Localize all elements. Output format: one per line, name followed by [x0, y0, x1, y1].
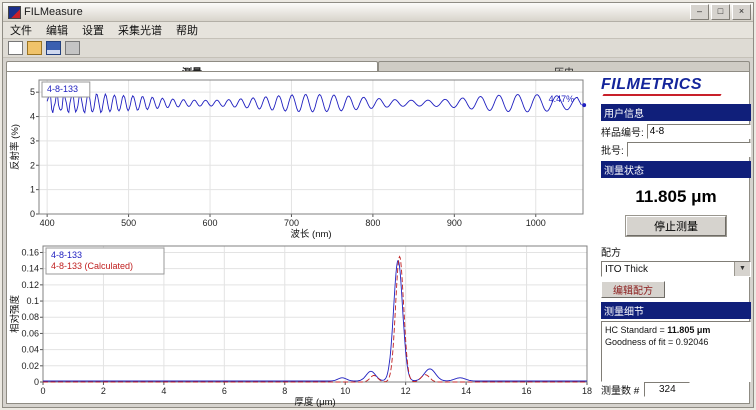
- count-value: 324: [644, 382, 690, 397]
- svg-text:0.06: 0.06: [21, 328, 39, 338]
- stop-measure-button[interactable]: 停止测量: [626, 216, 726, 236]
- thickness-chart: 0 2 4 6 8 10 12 14 16 18 0 0.02 0.04 0.06 0.08 0.1 0.12 0…: [9, 240, 597, 408]
- main-content: 4005006007008009001000012345波长 (nm)反射率 (…: [6, 71, 750, 404]
- details-header: 测量细节: [601, 302, 751, 319]
- menu-bar: 文件 编辑 设置 采集光谱 帮助: [3, 22, 753, 39]
- svg-text:0.04: 0.04: [21, 345, 39, 355]
- edit-recipe-button[interactable]: 编辑配方: [601, 281, 665, 298]
- menu-item-edit[interactable]: 编辑: [39, 21, 75, 39]
- filmetrics-logo: FILMETRICS: [601, 76, 751, 94]
- svg-text:0.16: 0.16: [21, 247, 39, 257]
- recipe-value: ITO Thick: [602, 264, 734, 275]
- menu-item-acquire-spectrum[interactable]: 采集光谱: [111, 21, 169, 39]
- chevron-down-icon[interactable]: ▼: [734, 262, 750, 276]
- sample-id-input[interactable]: [647, 124, 751, 139]
- lot-input[interactable]: [627, 142, 751, 157]
- svg-text:0.12: 0.12: [21, 280, 39, 290]
- measurement-details: HC Standard = 11.805 μm Goodness of fit …: [601, 321, 751, 382]
- new-document-icon[interactable]: [8, 41, 23, 55]
- svg-text:800: 800: [365, 218, 380, 228]
- svg-text:4-8-133: 4-8-133: [47, 84, 78, 94]
- svg-text:2: 2: [30, 160, 35, 170]
- details-line-2: Goodness of fit = 0.92046: [605, 336, 747, 348]
- reflectance-chart: 400 500 600 700 800 900 1000 0 1 2 3 4 5 波长 (nm) 反射率 (…: [9, 74, 597, 240]
- svg-text:14: 14: [461, 386, 471, 396]
- svg-text:4: 4: [161, 386, 166, 396]
- svg-text:4-8-133 (Calculated): 4-8-133 (Calculated): [51, 261, 133, 271]
- svg-text:600: 600: [203, 218, 218, 228]
- sample-id-label: 样品编号:: [601, 124, 644, 139]
- svg-text:1: 1: [30, 185, 35, 195]
- svg-text:0: 0: [30, 209, 35, 219]
- menu-item-file[interactable]: 文件: [3, 21, 39, 39]
- desktop-frame: FILMeasure – □ × 文件 编辑 设置 采集光谱 帮助 测量 历史 …: [0, 0, 756, 410]
- svg-text:0: 0: [34, 377, 39, 387]
- save-icon[interactable]: [46, 41, 61, 55]
- recipe-select[interactable]: ITO Thick ▼: [601, 261, 751, 277]
- svg-text:波长 (nm): 波长 (nm): [290, 228, 331, 240]
- open-icon[interactable]: [27, 41, 42, 55]
- maximize-button[interactable]: □: [711, 4, 730, 20]
- svg-text:6: 6: [222, 386, 227, 396]
- app-icon: [8, 6, 21, 19]
- close-button[interactable]: ×: [732, 4, 751, 20]
- svg-text:厚度 (μm): 厚度 (μm): [294, 396, 335, 408]
- details-line-1: HC Standard = 11.805 μm: [605, 324, 747, 336]
- svg-text:8: 8: [282, 386, 287, 396]
- menu-item-help[interactable]: 帮助: [169, 21, 205, 39]
- svg-text:5: 5: [30, 87, 35, 97]
- svg-text:18: 18: [582, 386, 592, 396]
- minimize-button[interactable]: –: [690, 4, 709, 20]
- svg-text:反射率 (%): 反射率 (%): [9, 124, 21, 170]
- window-title: FILMeasure: [24, 6, 690, 18]
- title-bar: FILMeasure – □ ×: [3, 3, 753, 22]
- recipe-label: 配方: [601, 244, 751, 259]
- svg-text:4-8-133: 4-8-133: [51, 250, 82, 260]
- svg-text:500: 500: [121, 218, 136, 228]
- svg-text:3: 3: [30, 136, 35, 146]
- count-label: 测量数 #: [601, 382, 639, 397]
- svg-text:900: 900: [447, 218, 462, 228]
- charts-column: 4005006007008009001000012345波长 (nm)反射率 (…: [9, 74, 597, 408]
- svg-text:相对强度: 相对强度: [9, 295, 21, 334]
- svg-text:700: 700: [284, 218, 299, 228]
- svg-text:0.14: 0.14: [21, 264, 39, 274]
- menu-item-settings[interactable]: 设置: [75, 21, 111, 39]
- svg-text:0.08: 0.08: [21, 312, 39, 322]
- svg-text:2: 2: [101, 386, 106, 396]
- user-info-header: 用户信息: [601, 104, 751, 121]
- svg-text:1000: 1000: [526, 218, 546, 228]
- svg-text:0.1: 0.1: [26, 296, 39, 306]
- status-header: 测量状态: [601, 161, 751, 178]
- svg-text:0.02: 0.02: [21, 361, 39, 371]
- svg-text:0: 0: [40, 386, 45, 396]
- svg-text:4.47%: 4.47%: [549, 94, 575, 104]
- svg-text:16: 16: [522, 386, 532, 396]
- app-window: FILMeasure – □ × 文件 编辑 设置 采集光谱 帮助 测量 历史 …: [2, 2, 754, 408]
- logo-underline: [602, 94, 721, 96]
- svg-text:10: 10: [340, 386, 350, 396]
- svg-text:4: 4: [30, 112, 35, 122]
- thickness-reading: 11.805 μm: [601, 187, 751, 207]
- print-icon[interactable]: [65, 41, 80, 55]
- right-panel: FILMETRICS 用户信息 样品编号: 批号: 测量状态 11.805 μm…: [601, 76, 751, 399]
- toolbar: [3, 39, 753, 58]
- lot-label: 批号:: [601, 142, 624, 157]
- svg-text:12: 12: [401, 386, 411, 396]
- svg-text:400: 400: [40, 218, 55, 228]
- measurement-count-row: 测量数 # 324: [601, 382, 751, 399]
